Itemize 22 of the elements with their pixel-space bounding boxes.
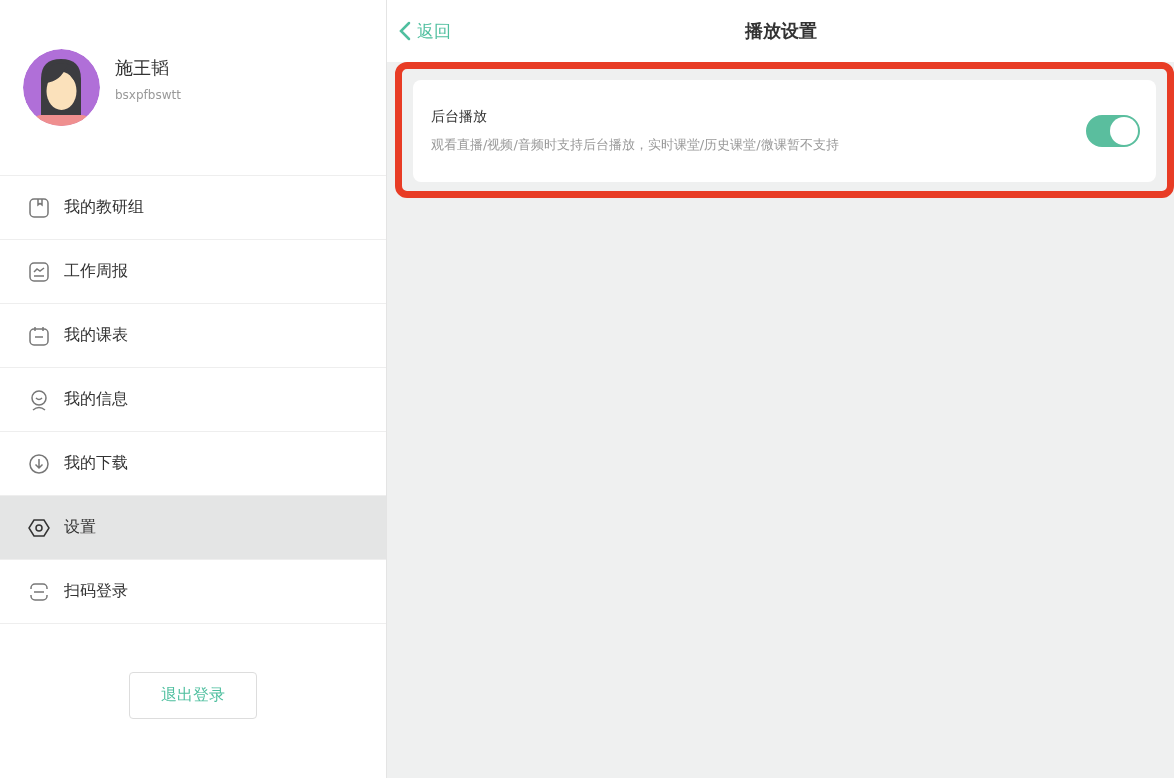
menu-label: 工作周报	[64, 261, 128, 282]
menu-label: 我的课表	[64, 325, 128, 346]
menu-label: 设置	[64, 517, 96, 538]
toggle-switch[interactable]	[1086, 115, 1140, 147]
user-name: 施王韬	[115, 55, 170, 80]
menu-item[interactable]: 设置	[0, 496, 386, 560]
scan-icon	[28, 580, 50, 603]
download-icon	[28, 452, 50, 475]
menu-label: 我的信息	[64, 389, 128, 410]
menu-label: 扫码登录	[64, 581, 128, 602]
menu-label: 我的下载	[64, 453, 128, 474]
bookmark-icon	[28, 196, 50, 219]
page-title: 播放设置	[744, 19, 817, 43]
user-account: bsxpfbswtt	[115, 87, 181, 102]
person-icon	[28, 388, 50, 411]
settings-icon	[28, 516, 50, 539]
setting-title: 后台播放	[431, 108, 488, 126]
calendar-icon	[28, 324, 50, 347]
chart-icon	[28, 260, 50, 283]
back-chevron-icon	[399, 21, 411, 41]
menu-label: 我的教研组	[64, 197, 144, 218]
setting-description: 观看直播/视频/音频时支持后台播放，实时课堂/历史课堂/微课暂不支持	[431, 136, 840, 154]
